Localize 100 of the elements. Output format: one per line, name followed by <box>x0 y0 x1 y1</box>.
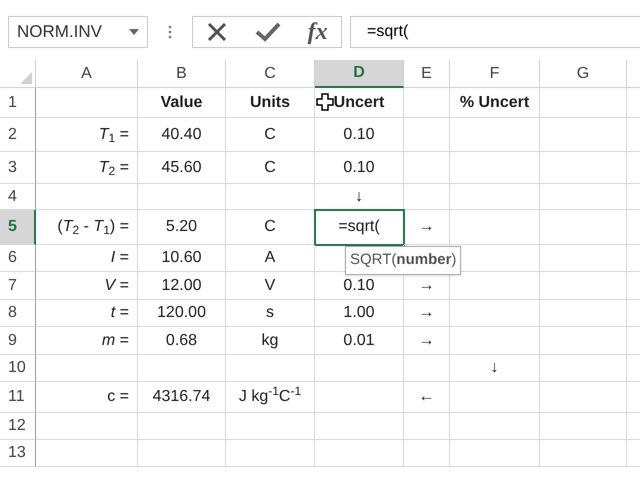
table-cell[interactable]: Value <box>138 88 226 118</box>
row-header[interactable]: 13 <box>0 440 36 467</box>
formula-field[interactable]: =sqrt( <box>350 16 640 48</box>
select-all-button[interactable] <box>0 60 36 88</box>
table-cell[interactable]: (T$_{2}$ - T$_{1}$) = <box>36 210 138 245</box>
table-cell[interactable] <box>450 184 540 210</box>
column-header[interactable]: A <box>36 60 138 88</box>
table-cell[interactable]: t = <box>36 300 138 327</box>
table-cell[interactable]: 0.01 <box>315 327 404 355</box>
table-cell[interactable] <box>36 88 138 118</box>
table-cell[interactable] <box>404 88 450 118</box>
table-cell[interactable]: C <box>226 152 315 184</box>
table-cell[interactable] <box>540 152 627 184</box>
table-cell[interactable]: 120.00 <box>138 300 226 327</box>
table-cell[interactable] <box>540 300 627 327</box>
table-cell[interactable]: m = <box>36 327 138 355</box>
table-cell[interactable] <box>450 440 540 467</box>
table-cell[interactable] <box>450 413 540 440</box>
table-cell[interactable]: V = <box>36 272 138 300</box>
check-icon[interactable] <box>254 22 281 42</box>
column-header[interactable]: F <box>450 60 540 88</box>
table-cell[interactable]: → <box>404 300 450 327</box>
column-header[interactable]: G <box>540 60 627 88</box>
table-cell[interactable]: 40.40 <box>138 118 226 152</box>
table-cell[interactable]: 5.20 <box>138 210 226 245</box>
table-cell[interactable] <box>226 184 315 210</box>
table-cell[interactable] <box>36 413 138 440</box>
row-header[interactable]: 5 <box>0 210 36 245</box>
table-cell[interactable] <box>226 355 315 382</box>
table-cell[interactable] <box>138 440 226 467</box>
table-cell[interactable] <box>540 440 627 467</box>
table-cell[interactable] <box>404 355 450 382</box>
cancel-icon[interactable] <box>206 21 228 43</box>
table-cell[interactable]: c = <box>36 382 138 413</box>
row-header[interactable]: 3 <box>0 152 36 184</box>
table-cell[interactable] <box>540 327 627 355</box>
table-cell[interactable] <box>226 413 315 440</box>
row-header[interactable]: 6 <box>0 245 36 272</box>
table-cell[interactable]: Units <box>226 88 315 118</box>
dropdown-arrow-icon[interactable] <box>129 29 139 35</box>
table-cell[interactable]: ↓ <box>315 184 404 210</box>
table-cell[interactable] <box>450 327 540 355</box>
table-cell[interactable]: ↓ <box>450 355 540 382</box>
row-header[interactable]: 10 <box>0 355 36 382</box>
table-cell[interactable] <box>138 355 226 382</box>
table-cell[interactable] <box>540 413 627 440</box>
column-header[interactable]: D <box>315 60 404 88</box>
table-cell[interactable]: 4316.74 <box>138 382 226 413</box>
table-cell[interactable] <box>540 245 627 272</box>
name-box[interactable]: NORM.INV <box>8 16 148 48</box>
table-cell[interactable]: T$_{2}$ = <box>36 152 138 184</box>
table-cell[interactable]: 0.10 <box>315 118 404 152</box>
table-cell[interactable]: kg <box>226 327 315 355</box>
column-header[interactable]: E <box>404 60 450 88</box>
table-cell[interactable]: 12.00 <box>138 272 226 300</box>
table-cell[interactable] <box>540 210 627 245</box>
active-cell[interactable]: =sqrt( <box>315 210 404 245</box>
table-cell[interactable]: C <box>226 118 315 152</box>
table-cell[interactable] <box>315 382 404 413</box>
table-cell[interactable] <box>404 152 450 184</box>
table-cell[interactable] <box>450 300 540 327</box>
table-cell[interactable] <box>450 118 540 152</box>
table-cell[interactable] <box>450 152 540 184</box>
row-header[interactable]: 1 <box>0 88 36 118</box>
table-cell[interactable]: V <box>226 272 315 300</box>
table-cell[interactable] <box>540 118 627 152</box>
row-header[interactable]: 8 <box>0 300 36 327</box>
table-cell[interactable] <box>315 355 404 382</box>
table-cell[interactable]: 0.68 <box>138 327 226 355</box>
table-cell[interactable]: 10.60 <box>138 245 226 272</box>
table-cell[interactable]: 45.60 <box>138 152 226 184</box>
table-cell[interactable] <box>404 184 450 210</box>
table-cell[interactable]: s <box>226 300 315 327</box>
table-cell[interactable] <box>315 440 404 467</box>
table-cell[interactable]: 0.10 <box>315 152 404 184</box>
table-cell[interactable] <box>540 88 627 118</box>
table-cell[interactable] <box>540 184 627 210</box>
table-cell[interactable] <box>450 210 540 245</box>
column-header[interactable]: B <box>138 60 226 88</box>
table-cell[interactable]: J kg$^{-1}$C$^{-1}$ <box>226 382 315 413</box>
table-cell[interactable]: I = <box>36 245 138 272</box>
table-cell[interactable] <box>36 184 138 210</box>
table-cell[interactable] <box>540 272 627 300</box>
row-header[interactable]: 2 <box>0 118 36 152</box>
table-cell[interactable]: A <box>226 245 315 272</box>
table-cell[interactable] <box>404 118 450 152</box>
table-cell[interactable]: C <box>226 210 315 245</box>
table-cell[interactable] <box>226 440 315 467</box>
table-cell[interactable]: 1.00 <box>315 300 404 327</box>
insert-function-button[interactable]: fx <box>308 20 328 44</box>
table-cell[interactable]: T$_{1}$ = <box>36 118 138 152</box>
row-header[interactable]: 12 <box>0 413 36 440</box>
table-cell[interactable]: → <box>404 210 450 245</box>
table-cell[interactable]: % Uncert <box>450 88 540 118</box>
table-cell[interactable] <box>404 413 450 440</box>
table-cell[interactable] <box>36 440 138 467</box>
table-cell[interactable] <box>36 355 138 382</box>
table-cell[interactable] <box>540 382 627 413</box>
table-cell[interactable]: ← <box>404 382 450 413</box>
table-cell[interactable] <box>540 355 627 382</box>
